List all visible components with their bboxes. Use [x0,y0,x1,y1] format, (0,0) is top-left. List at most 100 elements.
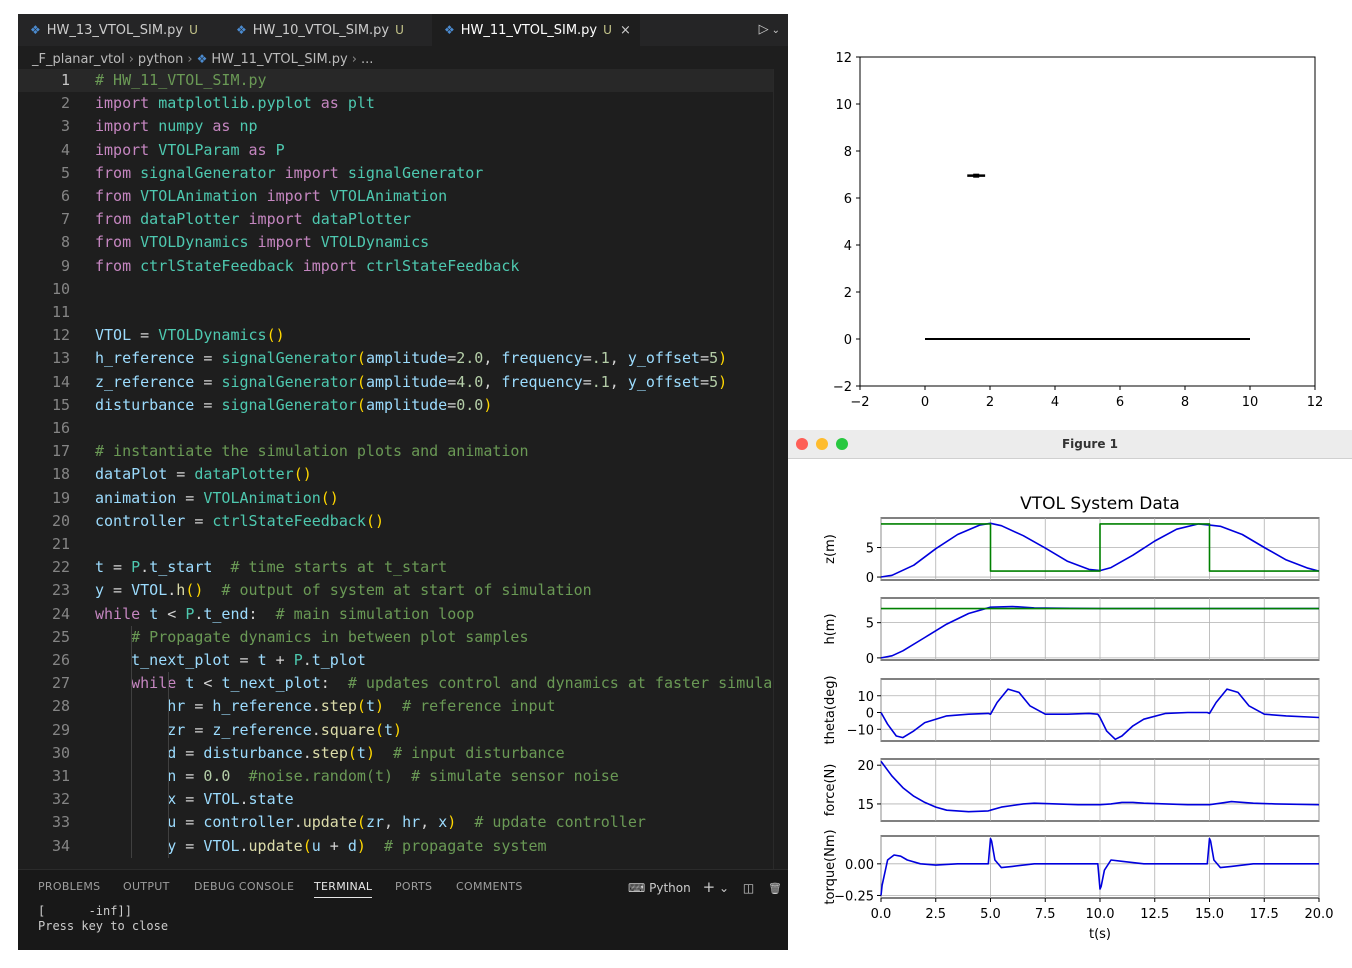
new-terminal-button[interactable]: + [703,878,716,896]
breadcrumb-symbol[interactable]: ... [361,52,373,67]
x-tick-label: 10.0 [1086,907,1115,922]
code-line[interactable]: 20 controller = ctrlStateFeedback() [18,510,788,533]
breadcrumb-folder[interactable]: python [138,52,183,67]
code-line[interactable]: 30 d = disturbance.step(t) # input distu… [18,742,788,765]
x-tick-label: 5.0 [980,907,1001,922]
breadcrumb-folder[interactable]: _F_planar_vtol [32,52,125,67]
tab-hw11[interactable]: ❖ HW_11_VTOL_SIM.py U × [432,14,640,46]
line-number: 31 [51,767,70,785]
code-line[interactable]: 33 u = controller.update(zr, hr, x) # up… [18,811,788,834]
y-tick-label: 4 [844,239,852,254]
breadcrumb: _F_planar_vtol › python › ❖ HW_11_VTOL_SIM.py… [32,52,374,67]
y-tick-label: −2 [833,380,852,395]
x-tick-label: 20.0 [1305,907,1334,922]
code-line[interactable]: 7 from dataPlotter import dataPlotter [18,208,788,231]
vtol-center [973,173,980,178]
code-line[interactable]: 3 import numpy as np [18,115,788,138]
line-number: 23 [51,581,70,600]
line-number: 12 [51,326,70,345]
split-terminal-icon[interactable]: ◫ [743,881,754,895]
terminal-shell-label[interactable]: Python [649,881,691,895]
code-text: z_reference = signalGenerator(amplitude=… [95,372,728,391]
code-line[interactable]: 21 [18,533,788,556]
tab-output[interactable]: OUTPUT [123,880,170,893]
line-number: 4 [60,140,70,159]
code-text: h_reference = signalGenerator(amplitude=… [95,349,728,368]
y-tick-label: 0 [866,707,874,722]
code-text: dataPlot = dataPlotter() [95,465,312,484]
tab-ports[interactable]: PORTS [395,880,432,893]
tab-comments[interactable]: COMMENTS [456,880,523,893]
code-line[interactable]: 31 n = 0.0 #noise.random(t) # simulate s… [18,765,788,788]
chevron-down-icon[interactable]: ⌄ [772,25,780,36]
y-axis-label: z(m) [823,534,838,564]
code-line[interactable]: 12 VTOL = VTOLDynamics() [18,324,788,347]
code-line[interactable]: 2 import matplotlib.pyplot as plt [18,92,788,115]
code-line[interactable]: 28 hr = h_reference.step(t) # reference … [18,695,788,718]
code-area[interactable]: 1 # HW_11_VTOL_SIM.py 2 import matplotlib.p… [18,69,788,869]
line-number: 2 [60,94,70,113]
python-file-icon: ❖ [30,23,41,37]
terminal-output[interactable]: [ -inf]] Press key to close [38,904,168,934]
code-line[interactable]: 29 zr = z_reference.square(t) [18,719,788,742]
code-line[interactable]: 5 from signalGenerator import signalGener… [18,162,788,185]
line-number: 7 [60,210,70,229]
code-line[interactable]: 10 [18,278,788,301]
code-line[interactable]: 14 z_reference = signalGenerator(amplitud… [18,371,788,394]
line-number: 24 [51,604,70,623]
code-line[interactable]: 17 # instantiate the simulation plots and… [18,440,788,463]
code-line[interactable]: 23 y = VTOL.h() # output of system at sta… [18,579,788,602]
code-line[interactable]: 1 # HW_11_VTOL_SIM.py [18,69,788,93]
code-text: animation = VTOLAnimation() [95,488,339,507]
code-line[interactable]: 13 h_reference = signalGenerator(amplitud… [18,347,788,370]
x-tick-label: 15.0 [1195,907,1224,922]
x-tick-label: 2 [986,395,994,410]
close-icon[interactable]: × [620,23,631,38]
line-number: 9 [60,256,70,275]
subplot-2: −100 10 theta(deg) [823,675,1320,745]
y-axis-label: force(N) [823,764,838,817]
line-number: 26 [51,651,70,669]
y-tick-label: 20 [857,759,874,774]
code-line[interactable]: 11 [18,301,788,324]
code-line[interactable]: 18 dataPlot = dataPlotter() [18,463,788,486]
x-tick-label: 0.0 [871,907,892,922]
code-line[interactable]: 6 from VTOLAnimation import VTOLAnimation [18,185,788,208]
code-text: controller = ctrlStateFeedback() [95,511,384,530]
y-tick-label: 15 [857,798,874,813]
code-text: u = controller.update(zr, hr, x) # updat… [167,813,646,832]
tab-problems[interactable]: PROBLEMS [38,880,100,893]
tab-hw10[interactable]: ❖ HW_10_VTOL_SIM.py U [224,14,432,46]
code-line[interactable]: 22 t = P.t_start # time starts at t_start [18,556,788,579]
code-line[interactable]: 32 x = VTOL.state [18,788,788,811]
trash-icon[interactable]: 🗑 [768,882,782,895]
code-line[interactable]: 4 import VTOLParam as P [18,139,788,162]
breadcrumb-file[interactable]: HW_11_VTOL_SIM.py [211,52,347,67]
line-number: 18 [51,465,70,484]
code-line[interactable]: 15 disturbance = signalGenerator(amplitud… [18,394,788,417]
code-line[interactable]: 25 # Propagate dynamics in between plot … [18,626,788,649]
y-axis-label: torque(Nm) [823,829,838,904]
code-line[interactable]: 8 from VTOLDynamics import VTOLDynamics [18,231,788,254]
code-line[interactable]: 26 t_next_plot = t + P.t_plot [18,649,788,672]
tab-terminal[interactable]: TERMINAL [314,880,373,898]
line-number: 25 [51,627,70,646]
code-line[interactable]: 34 y = VTOL.update(u + d) # propagate sy… [18,835,788,858]
tab-debug-console[interactable]: DEBUG CONSOLE [194,880,294,893]
bottom-panel: PROBLEMS OUTPUT DEBUG CONSOLE TERMINAL P… [18,869,788,950]
code-line[interactable]: 16 [18,417,788,440]
code-line[interactable]: 24 while t < P.t_end: # main simulation l… [18,603,788,626]
figure-window: Figure 1 VTOL System Data 0 5 z(m) 0 5 h(m) −10… [788,430,1352,950]
x-tick-label: 12 [1307,395,1324,410]
editor-scrollbar[interactable] [773,69,788,869]
code-line[interactable]: 9 from ctrlStateFeedback import ctrlState… [18,255,788,278]
y-tick-label: 0 [866,571,874,586]
code-line[interactable]: 27 while t < t_next_plot: # updates cont… [18,672,788,695]
code-line[interactable]: 19 animation = VTOLAnimation() [18,487,788,510]
tab-hw13[interactable]: ❖ HW_13_VTOL_SIM.py U [18,14,224,46]
line-number: 22 [51,558,70,577]
run-button[interactable]: ▷ ⌄ [759,14,780,46]
line-number: 10 [51,279,70,298]
line-number: 6 [60,187,70,205]
chevron-down-icon[interactable]: ⌄ [719,881,729,895]
